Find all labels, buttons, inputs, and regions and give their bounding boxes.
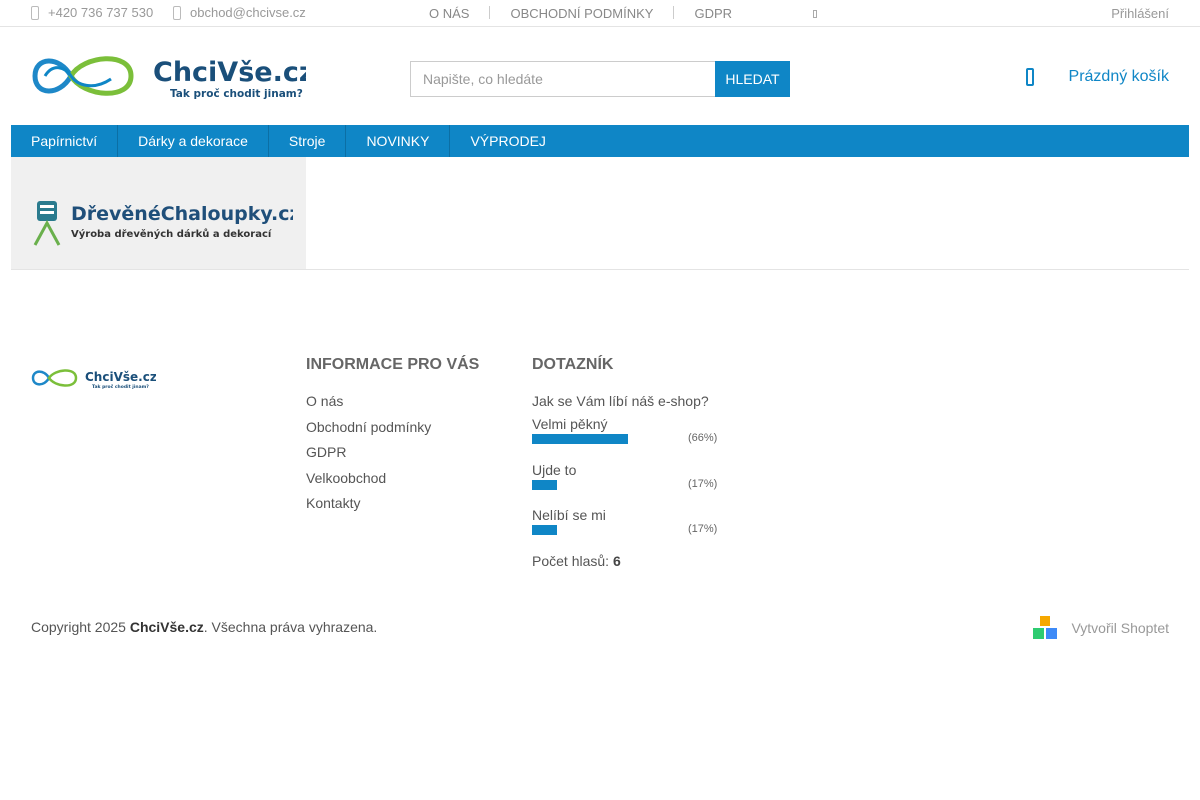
poll-answer[interactable]: Nelíbí se mi (17%) [532,507,722,553]
top-bar: +420 736 737 530 obchod@chcivse.cz O NÁS… [0,0,1200,27]
banner-logo: DřevěnéChaloupky.cz Výroba dřevěných dár… [33,201,293,246]
login-link[interactable]: Přihlášení [1111,6,1169,21]
divider [673,6,675,19]
copyright-brand: ChciVše.cz [129,619,204,635]
info-links: O nás Obchodní podmínky GDPR Velkoobchod… [306,393,431,521]
logo-text: ChciVše.cz [153,57,306,88]
poll: Jak se Vám líbí náš e-shop? Velmi pěkný … [532,393,722,569]
search-form: HLEDAT [410,61,790,97]
logo-tagline: Tak proč chodit jinam? [170,88,303,100]
footer-link-about[interactable]: O nás [306,393,343,409]
poll-heading: DOTAZNÍK [532,356,614,373]
topnav-gdpr-link[interactable]: GDPR [694,6,732,21]
nav-item-stroje[interactable]: Stroje [269,125,347,157]
cart-link[interactable]: Prázdný košík [1025,68,1169,86]
poll-bar-track [532,479,678,490]
poll-votes-count: 6 [612,552,621,569]
cart-label[interactable]: Prázdný košík [1069,68,1169,86]
poll-answer[interactable]: Velmi pěkný (66%) [532,416,722,462]
topnav-terms-link[interactable]: OBCHODNÍ PODMÍNKY [510,6,653,21]
poll-answer-label[interactable]: Ujde to [532,462,722,478]
nav-item-novinky[interactable]: NOVINKY [346,125,451,157]
poll-answer-label[interactable]: Nelíbí se mi [532,507,722,523]
logo-graphic: ChciVše.cz Tak proč chodit jinam? [32,56,315,100]
copyright: Copyright 2025 ChciVše.cz. Všechna práva… [31,619,377,635]
phone-number[interactable]: +420 736 737 530 [48,5,153,20]
shoptet-link[interactable]: Vytvořil Shoptet [1033,616,1169,640]
copyright-prefix: Copyright 2025 [31,619,126,635]
banner-title: DřevěnéChaloupky.cz [71,203,293,225]
footer-logo-text: ChciVše.cz [85,370,156,384]
poll-votes-label: Počet hlasů: [532,552,610,569]
poll-bar-track [532,525,678,535]
footer-logo-tagline: Tak proč chodit jinam? [92,383,149,390]
banner-row: DřevěnéChaloupky.cz Výroba dřevěných dár… [11,157,1189,270]
poll-answer[interactable]: Ujde to (17%) [532,462,722,508]
search-input[interactable] [410,61,715,97]
poll-bar [532,434,629,444]
main-navigation: Papírnictví Dárky a dekorace Stroje NOVI… [11,125,1189,157]
copyright-suffix: . Všechna práva vyhrazena. [203,619,378,635]
poll-bar [532,479,557,490]
poll-bar-track [532,434,678,444]
poll-bar [532,525,557,535]
email-contact[interactable]: obchod@chcivse.cz [173,5,306,20]
banner-subtitle: Výroba dřevěných dárků a dekorací [71,227,272,240]
shoptet-icon [1033,616,1058,639]
footer-logo-graphic: ChciVše.cz Tak proč chodit jinam? [31,369,157,390]
cart-icon [1025,68,1034,86]
email-address[interactable]: obchod@chcivse.cz [190,5,306,20]
site-logo[interactable]: ChciVše.cz Tak proč chodit jinam? [31,45,315,107]
info-heading: INFORMACE PRO VÁS [306,356,480,373]
poll-percent: (66%) [688,432,718,444]
footer-link-wholesale[interactable]: Velkoobchod [306,470,386,486]
nav-item-darky[interactable]: Dárky a dekorace [118,125,269,157]
nav-item-papirnictvi[interactable]: Papírnictví [11,125,119,157]
more-icon[interactable] [813,10,817,18]
divider [489,6,491,19]
search-button[interactable]: HLEDAT [715,61,790,97]
phone-contact[interactable]: +420 736 737 530 [31,5,153,20]
poll-answer-label[interactable]: Velmi pěkný [532,416,722,432]
footer-link-gdpr[interactable]: GDPR [306,444,346,460]
poll-votes: Počet hlasů: 6 [532,553,722,569]
nav-item-vyprodej[interactable]: VÝPRODEJ [450,125,565,157]
phone-icon [31,5,39,20]
poll-percent: (17%) [688,477,718,490]
shoptet-label[interactable]: Vytvořil Shoptet [1071,620,1169,636]
footer-logo[interactable]: ChciVše.cz Tak proč chodit jinam? [31,364,157,392]
topnav-about-link[interactable]: O NÁS [429,6,469,21]
footer-link-contacts[interactable]: Kontakty [306,495,360,511]
top-navigation: O NÁS OBCHODNÍ PODMÍNKY GDPR [429,6,732,21]
envelope-icon [173,5,181,20]
poll-question: Jak se Vám líbí náš e-shop? [532,393,709,409]
poll-percent: (17%) [688,523,718,535]
promo-banner[interactable]: DřevěnéChaloupky.cz Výroba dřevěných dár… [11,157,306,269]
footer-link-terms[interactable]: Obchodní podmínky [306,419,431,435]
